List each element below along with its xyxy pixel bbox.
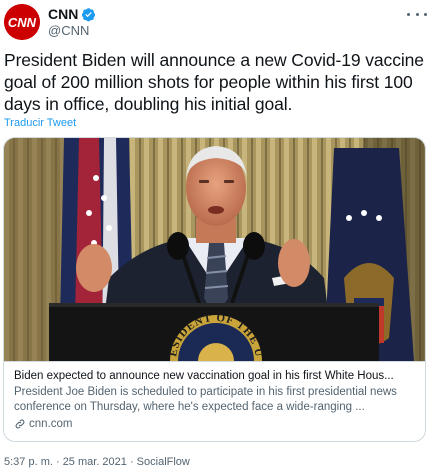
translate-tweet-link[interactable]: Traducir Tweet <box>4 117 76 129</box>
display-name[interactable]: CNN <box>48 6 78 22</box>
card-domain[interactable]: cnn.com <box>14 418 415 430</box>
link-icon <box>15 419 25 429</box>
avatar[interactable]: CNN <box>4 4 40 40</box>
handle[interactable]: @CNN <box>48 23 89 38</box>
card-body[interactable]: Biden expected to announce new vaccinati… <box>4 361 425 441</box>
verified-badge-icon <box>81 7 96 22</box>
card-description: President Joe Biden is scheduled to part… <box>14 386 397 413</box>
cnn-logo: CNN <box>4 4 40 40</box>
tweet-header: CNN CNN @CNN <box>4 4 433 44</box>
link-card[interactable]: ESIDENT OF THE UN Biden expected to anno… <box>3 137 426 442</box>
card-title[interactable]: Biden expected to announce new vaccinati… <box>14 369 415 384</box>
more-dots-icon[interactable] <box>407 8 427 20</box>
name-row: CNN <box>48 5 96 23</box>
card-image[interactable]: ESIDENT OF THE UN <box>4 138 425 361</box>
card-domain-text: cnn.com <box>29 418 73 430</box>
tweet-timestamp[interactable]: 5:37 p. m. · 25 mar. 2021 · SocialFlow <box>4 456 190 468</box>
tweet-text: President Biden will announce a new Covi… <box>4 50 424 114</box>
avatar-logo-text: CNN <box>8 15 37 30</box>
